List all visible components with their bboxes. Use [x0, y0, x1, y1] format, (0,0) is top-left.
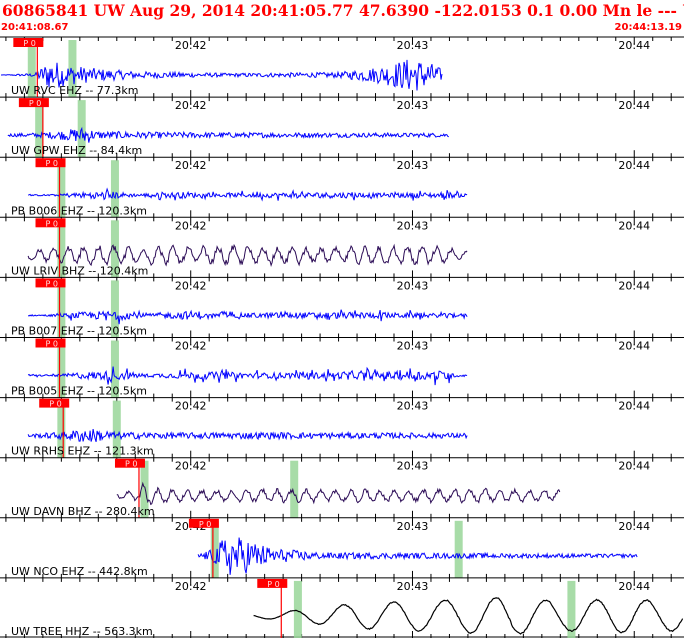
waveform-trace [7, 126, 449, 143]
station-panel: 20:42 20:43 20:44 P 0 UW GPW EHZ -- 84.4km [0, 96, 684, 158]
minute-label: 20:44 [618, 99, 650, 112]
minute-label: 20:44 [618, 580, 650, 593]
theoretical-arrival-marker [454, 520, 463, 578]
minute-label: 20:43 [397, 340, 429, 353]
station-label: PB B006 EHZ -- 120.3km [11, 204, 147, 217]
minute-label: 20:42 [175, 219, 207, 232]
station-label: PB B007 EHZ -- 120.5km [11, 325, 147, 338]
station-panel: 20:42 20:43 20:44 P 0 UW DAVN BHZ -- 280.4km [0, 457, 684, 518]
minute-label: 20:44 [618, 460, 650, 473]
minute-label: 20:43 [397, 520, 429, 533]
minute-label: 20:43 [397, 400, 429, 413]
seismogram-panel: 20:42 20:43 20:44P 0UW RVC EHZ -- 77.3km20… [0, 36, 684, 638]
waveform-trace [253, 597, 684, 635]
p-pick-label: P 0 [125, 460, 137, 469]
minute-label: 20:42 [175, 159, 207, 172]
p-pick-label: P 0 [49, 400, 61, 409]
minute-label: 20:42 [175, 400, 207, 413]
p-pick-label: P 0 [46, 159, 58, 168]
minute-label: 20:42 [175, 39, 207, 52]
station-label: UW GPW EHZ -- 84.4km [11, 144, 142, 157]
station-panel: 20:42 20:43 20:44 P 0 UW RVC EHZ -- 77.3km [0, 36, 684, 98]
p-pick-label: P 0 [46, 340, 58, 349]
station-panel: 20:42 20:43 20:44 P 0 UW LRIV BHZ -- 120.4km [0, 216, 684, 278]
station-label: UW LRIV BHZ -- 120.4km [11, 264, 148, 277]
minute-label: 20:44 [618, 159, 650, 172]
minute-label: 20:44 [618, 39, 650, 52]
station-label: UW NCO EHZ -- 442.8km [11, 565, 148, 578]
waveform-trace [27, 366, 468, 386]
station-panel: 20:42 20:43 20:44 P 0 PB B006 EHZ -- 120.3km [0, 156, 684, 218]
minute-label: 20:44 [618, 279, 650, 292]
station-label: PB B005 EHZ -- 120.5km [11, 385, 147, 398]
theoretical-arrival-marker [290, 460, 299, 518]
minute-label: 20:43 [397, 99, 429, 112]
minute-label: 20:43 [397, 219, 429, 232]
minute-label: 20:43 [397, 460, 429, 473]
p-pick-label: P 0 [23, 39, 35, 48]
minute-label: 20:42 [175, 340, 207, 353]
minute-label: 20:43 [397, 159, 429, 172]
station-panel: 20:42 20:43 20:44 P 0 PB B005 EHZ -- 120.5km [0, 337, 684, 398]
station-label: UW RRHS EHZ -- 121.3km [11, 445, 154, 458]
theoretical-arrival-marker [293, 580, 302, 638]
waveform-trace [27, 187, 468, 202]
p-pick-label: P 0 [267, 580, 279, 589]
p-pick-label: P 0 [29, 99, 41, 108]
p-pick-label: P 0 [46, 219, 58, 228]
minute-label: 20:44 [618, 340, 650, 353]
waveform-trace [27, 309, 468, 325]
station-label: UW RVC EHZ -- 77.3km [11, 84, 138, 97]
minute-label: 20:43 [397, 279, 429, 292]
minute-label: 20:43 [397, 39, 429, 52]
waveform-trace [197, 537, 638, 575]
minute-label: 20:43 [397, 580, 429, 593]
minute-label: 20:42 [175, 279, 207, 292]
station-label: UW TREE HHZ -- 563.3km [11, 625, 153, 638]
minute-label: 20:42 [175, 580, 207, 593]
station-panel: 20:42 20:43 20:44 P 0 UW RRHS EHZ -- 121.3km [0, 397, 684, 458]
station-panel: 20:4220:4320:44P 0UW NCO EHZ -- 442.8km [0, 517, 684, 578]
p-pick-label: P 0 [199, 520, 211, 529]
station-panel: 20:42 20:43 20:44 P 0 PB B007 EHZ -- 120.5km [0, 276, 684, 338]
waveform-trace [116, 481, 561, 506]
minute-label: 20:44 [618, 400, 650, 413]
station-label: UW DAVN BHZ -- 280.4km [11, 505, 155, 518]
minute-label: 20:42 [175, 460, 207, 473]
waveform-trace [27, 243, 468, 268]
waveform-trace [27, 429, 468, 442]
p-pick-label: P 0 [46, 279, 58, 288]
minute-label: 20:44 [618, 520, 650, 533]
minute-label: 20:42 [175, 99, 207, 112]
station-panel: 20:42 20:43 20:44 P 0 UW TREE HHZ -- 563.3km [0, 577, 684, 638]
minute-label: 20:44 [618, 219, 650, 232]
